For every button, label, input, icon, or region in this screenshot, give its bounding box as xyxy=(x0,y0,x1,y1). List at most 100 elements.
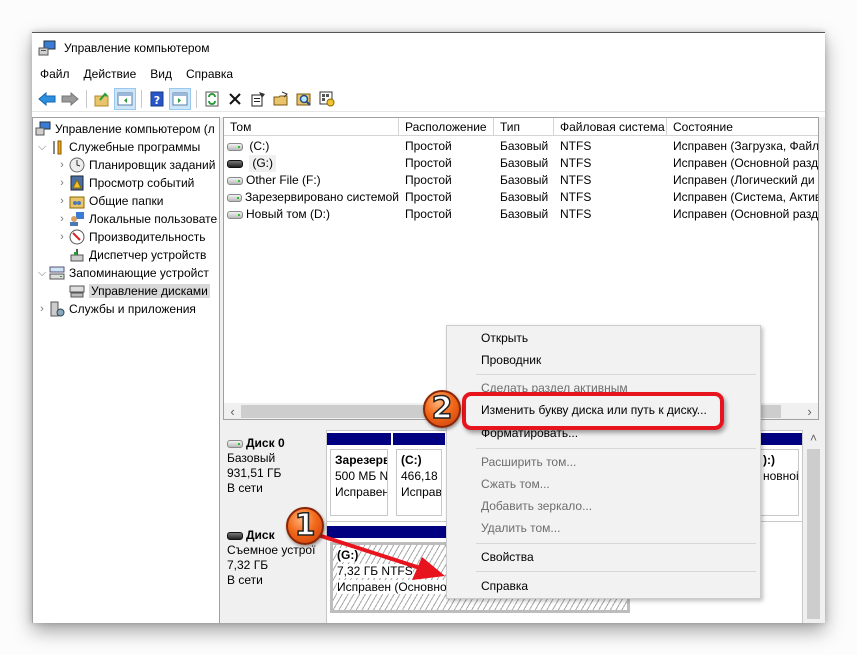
drive-icon xyxy=(227,193,242,202)
window-title: Управление компьютером xyxy=(64,41,210,55)
performance-icon xyxy=(69,229,85,245)
partition-c[interactable]: (C:)466,18 ГИсправе xyxy=(393,433,445,519)
chevron-down-icon[interactable]: ⌵ xyxy=(35,141,49,154)
volume-row[interactable]: (G:) Простой Базовый NTFS Исправен (Осно… xyxy=(224,155,818,172)
back-arrow-icon xyxy=(38,91,56,106)
delete-icon xyxy=(229,92,241,105)
volume-row[interactable]: Зарезервировано системой Простой Базовый… xyxy=(224,189,818,206)
forward-arrow-icon xyxy=(61,91,79,106)
chevron-right-icon[interactable]: › xyxy=(55,195,69,207)
tree-item-device-manager[interactable]: Диспетчер устройств xyxy=(69,246,206,264)
refresh-button[interactable] xyxy=(201,88,223,110)
users-icon xyxy=(69,211,85,227)
chevron-right-icon[interactable]: › xyxy=(55,159,69,171)
title-bar: Управление компьютером xyxy=(32,33,825,63)
column-header-volume[interactable]: Том xyxy=(224,118,399,136)
step-2-badge: 2 xyxy=(423,390,461,428)
menu-file[interactable]: Файл xyxy=(40,67,70,81)
scroll-left-icon[interactable]: ‹ xyxy=(224,403,241,419)
removable-drive-icon xyxy=(227,159,243,168)
help-button[interactable]: ? xyxy=(146,88,168,110)
tree-item-shared-folders[interactable]: › Общие папки xyxy=(55,192,163,210)
scrollbar-thumb[interactable] xyxy=(807,449,820,619)
tree-item-system-tools[interactable]: ⌵ Служебные программы xyxy=(35,138,200,156)
search-icon xyxy=(296,93,311,106)
context-menu: Открыть Проводник Сделать раздел активны… xyxy=(446,325,761,599)
tree-item-event-viewer[interactable]: › Просмотр событий xyxy=(55,174,194,192)
menu-item-help[interactable]: Справка xyxy=(481,576,528,596)
menu-action[interactable]: Действие xyxy=(84,67,137,81)
tree-item-performance[interactable]: › Производительность xyxy=(55,228,205,246)
tree-item-computer-management[interactable]: Управление компьютером (л xyxy=(35,120,215,138)
chevron-down-icon[interactable]: ⌵ xyxy=(35,267,49,280)
menu-bar: Файл Действие Вид Справка xyxy=(32,63,825,85)
settings-button[interactable] xyxy=(316,88,338,110)
menu-item-explorer[interactable]: Проводник xyxy=(481,350,541,370)
vertical-scrollbar[interactable]: ˄ xyxy=(805,430,822,623)
tree-item-storage[interactable]: ⌵ Запоминающие устройст xyxy=(35,264,209,282)
menu-item-properties[interactable]: Свойства xyxy=(481,547,534,567)
refresh-icon xyxy=(205,91,219,106)
properties-button[interactable] xyxy=(247,88,269,110)
menu-item-delete-volume: Удалить том... xyxy=(481,521,561,535)
menu-item-shrink: Сжать том... xyxy=(481,477,550,491)
volume-row[interactable]: (C:) Простой Базовый NTFS Исправен (Загр… xyxy=(224,138,818,155)
volume-list-header: Том Расположение Тип Файловая система Со… xyxy=(224,118,818,136)
drive-icon xyxy=(227,176,243,185)
menu-separator xyxy=(476,571,756,572)
settings-icon xyxy=(319,91,335,106)
device-manager-icon xyxy=(69,247,85,263)
console-tree-icon xyxy=(117,92,133,105)
menu-view[interactable]: Вид xyxy=(150,67,172,81)
computer-management-icon xyxy=(35,121,51,137)
toolbar-separator xyxy=(141,89,142,108)
shared-folders-icon xyxy=(69,193,85,209)
menu-separator xyxy=(476,543,756,544)
delete-button[interactable] xyxy=(224,88,246,110)
back-button[interactable] xyxy=(36,88,58,110)
disk-management-icon xyxy=(69,283,85,299)
forward-button[interactable] xyxy=(59,88,81,110)
chevron-right-icon[interactable]: › xyxy=(35,303,49,315)
volume-row[interactable]: Other File (F:) Простой Базовый NTFS Исп… xyxy=(224,172,818,189)
tree-item-local-users[interactable]: › Локальные пользовате xyxy=(55,210,217,228)
search-button[interactable] xyxy=(293,88,315,110)
chevron-right-icon[interactable]: › xyxy=(55,177,69,189)
menu-separator xyxy=(476,448,756,449)
tools-icon xyxy=(49,139,65,155)
partition-d[interactable]: ):) новноі xyxy=(755,433,802,519)
scroll-up-icon[interactable]: ˄ xyxy=(805,430,822,447)
clock-icon xyxy=(69,157,85,173)
tree-item-services-apps[interactable]: › Службы и приложения xyxy=(35,300,196,318)
tree-item-disk-management[interactable]: Управление дисками xyxy=(69,282,210,300)
menu-help[interactable]: Справка xyxy=(186,67,233,81)
removable-drive-icon xyxy=(227,531,243,540)
menu-item-add-mirror: Добавить зеркало... xyxy=(481,499,593,513)
show-hide-tree-button[interactable] xyxy=(114,87,136,110)
show-hide-action-pane-button[interactable] xyxy=(169,87,191,110)
services-icon xyxy=(49,301,65,317)
help-icon: ? xyxy=(150,91,164,107)
chevron-right-icon[interactable]: › xyxy=(55,231,69,243)
partition-reserved[interactable]: Зарезерв 500 МБ N Исправен xyxy=(327,433,391,519)
menu-item-open[interactable]: Открыть xyxy=(481,328,528,348)
up-level-button[interactable] xyxy=(91,88,113,110)
volume-row[interactable]: Новый том (D:) Простой Базовый NTFS Испр… xyxy=(224,206,818,223)
tree-item-task-scheduler[interactable]: › Планировщик заданий xyxy=(55,156,215,174)
open-button[interactable] xyxy=(270,88,292,110)
properties-icon xyxy=(251,91,265,106)
toolbar: ? xyxy=(32,86,825,112)
annotation-highlight-box xyxy=(462,392,724,430)
drive-icon xyxy=(227,210,243,219)
storage-icon xyxy=(49,265,65,281)
column-header-filesystem[interactable]: Файловая система xyxy=(554,118,667,136)
column-header-type[interactable]: Тип xyxy=(494,118,554,136)
scroll-right-icon[interactable]: › xyxy=(801,403,818,419)
console-tree: Управление компьютером (л ⌵ Служебные пр… xyxy=(32,117,220,623)
computer-management-icon xyxy=(38,40,56,56)
column-header-status[interactable]: Состояние xyxy=(667,118,818,136)
column-header-layout[interactable]: Расположение xyxy=(399,118,494,136)
disk-0-label[interactable]: Диск 0 Базовый 931,51 ГБ В сети xyxy=(227,436,322,496)
chevron-right-icon[interactable]: › xyxy=(55,213,69,225)
svg-text:?: ? xyxy=(154,94,160,107)
